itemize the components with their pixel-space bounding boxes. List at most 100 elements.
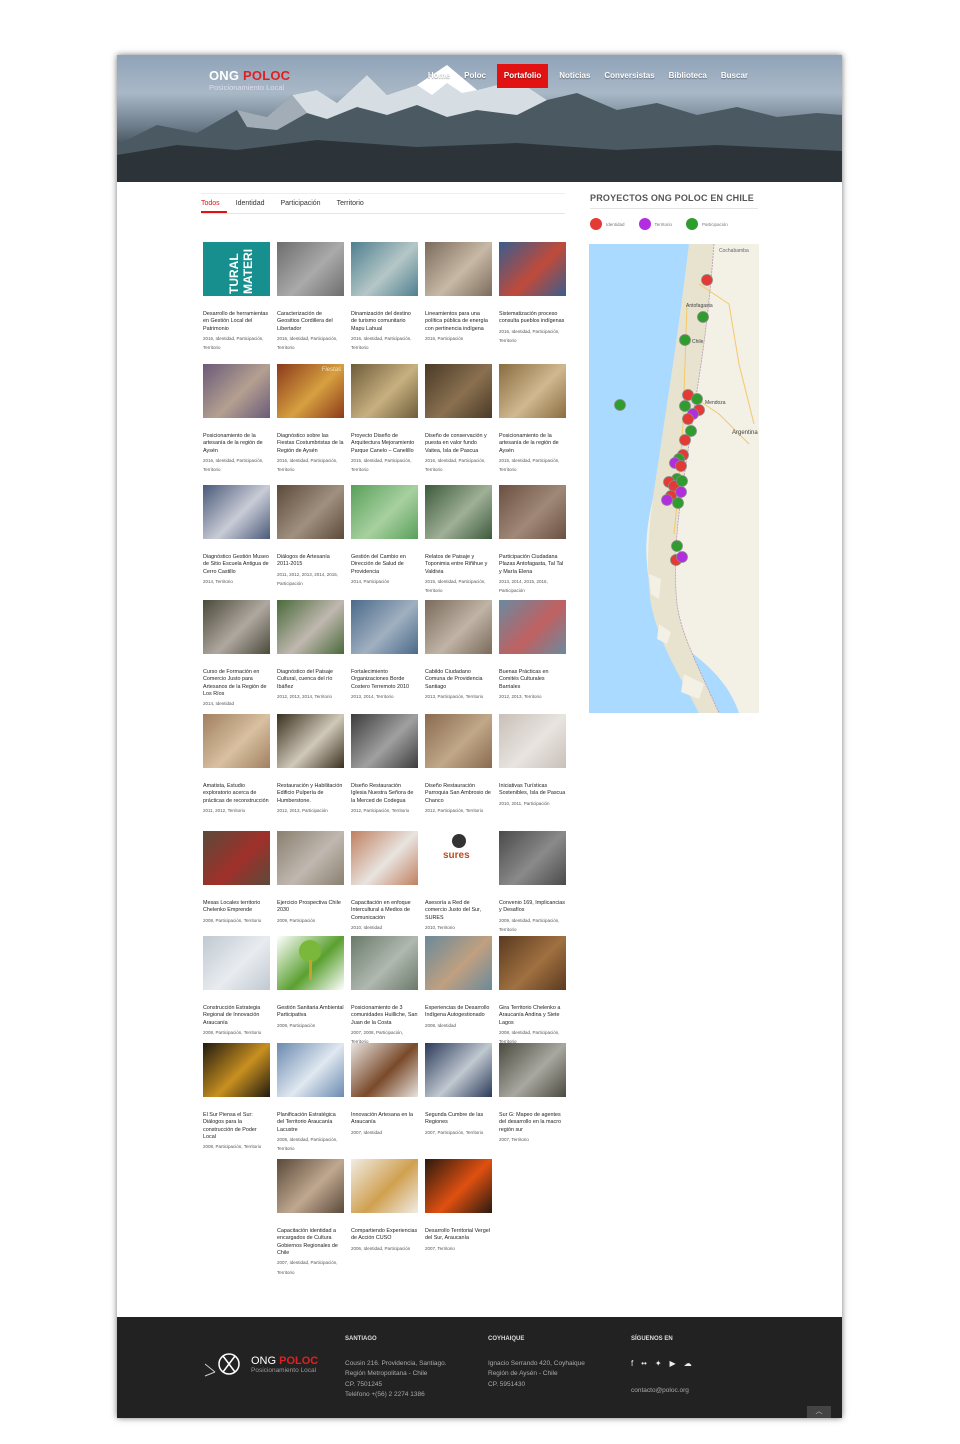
project-thumbnail[interactable] — [351, 1159, 418, 1213]
projects-map[interactable]: Cochabamba Antofagasta Chile Mendoza Arg… — [589, 244, 759, 713]
project-card[interactable]: Diálogos de Artesanía 2011-2015 2011, 201… — [277, 485, 344, 589]
project-card[interactable]: Posicionamiento de la artesanía de la re… — [203, 364, 270, 475]
project-card[interactable]: Posicionamiento de 3 comunidades Huillic… — [351, 936, 418, 1047]
map-marker[interactable] — [676, 475, 688, 487]
project-card[interactable]: Sistematización proceso consulta pueblos… — [499, 242, 566, 346]
project-title[interactable]: Proyecto Diseño de Arquitectura Mejorami… — [351, 433, 418, 455]
project-thumbnail[interactable] — [351, 242, 418, 296]
project-thumbnail[interactable] — [499, 714, 566, 768]
project-title[interactable]: Posicionamiento de la artesanía de la re… — [499, 433, 566, 455]
back-to-top-button[interactable]: ︿ — [807, 1406, 831, 1418]
project-thumbnail[interactable] — [351, 485, 418, 539]
map-marker[interactable] — [661, 494, 673, 506]
project-thumbnail[interactable] — [425, 485, 492, 539]
project-thumbnail[interactable] — [277, 485, 344, 539]
project-thumbnail[interactable] — [425, 936, 492, 990]
project-thumbnail[interactable] — [425, 714, 492, 768]
project-card[interactable]: Iniciativas Turísticas Sostenibles, Isla… — [499, 714, 566, 808]
project-thumbnail[interactable] — [277, 600, 344, 654]
project-thumbnail[interactable] — [203, 485, 270, 539]
project-title[interactable]: Convenio 169, Implicancias y Desafíos — [499, 900, 566, 915]
map-marker[interactable] — [675, 460, 687, 472]
project-title[interactable]: Desarrollo Territorial Vergel del Sur, A… — [425, 1228, 492, 1243]
map-marker[interactable] — [675, 486, 687, 498]
filter-territorio[interactable]: Territorio — [337, 194, 371, 213]
map-marker[interactable] — [672, 497, 684, 509]
project-thumbnail[interactable] — [277, 936, 344, 990]
facebook-icon[interactable]: f — [631, 1359, 633, 1368]
project-thumbnail[interactable] — [277, 831, 344, 885]
project-card[interactable]: Caracterización de Geositios Cordillera … — [277, 242, 344, 353]
project-card[interactable]: Diseño de conservación y puesta en valor… — [425, 364, 492, 475]
project-thumbnail[interactable] — [277, 1043, 344, 1097]
nav-biblioteca[interactable]: Biblioteca — [662, 64, 714, 88]
project-card[interactable]: Posicionamiento de la artesanía de la re… — [499, 364, 566, 475]
project-card[interactable]: Gira Territorio Chelenko a Araucanía And… — [499, 936, 566, 1047]
project-title[interactable]: Gestión del Cambio en Dirección de Salud… — [351, 554, 418, 576]
map-marker[interactable] — [676, 551, 688, 563]
soundcloud-icon[interactable]: ☁ — [684, 1359, 692, 1368]
project-title[interactable]: Dinamización del destino de turismo comu… — [351, 311, 418, 333]
project-title[interactable]: Sur G: Mapeo de agentes del desarrollo e… — [499, 1112, 566, 1134]
nav-home[interactable]: Home — [421, 64, 457, 88]
project-thumbnail[interactable] — [351, 936, 418, 990]
project-title[interactable]: Ejercicio Prospectiva Chile 2030 — [277, 900, 344, 915]
project-title[interactable]: Lineamientos para una política pública d… — [425, 311, 492, 333]
project-card[interactable]: Compartiendo Experiencias de Acción CUSO… — [351, 1159, 418, 1253]
map-marker[interactable] — [679, 434, 691, 446]
project-thumbnail[interactable] — [425, 242, 492, 296]
nav-portafolio[interactable]: Portafolio — [496, 64, 549, 88]
project-title[interactable]: Gestión Sanitaria Ambiental Participativ… — [277, 1005, 344, 1020]
project-title[interactable]: Diagnóstico del Paisaje Cultural, cuenca… — [277, 669, 344, 691]
project-card[interactable]: Restauración y Habilitación Edificio Pul… — [277, 714, 344, 815]
nav-noticias[interactable]: Noticias — [552, 64, 597, 88]
legend-territorio[interactable]: Territorio — [638, 218, 672, 230]
twitter-icon[interactable]: ✦ — [655, 1359, 662, 1368]
project-card[interactable]: Mesas Locales territorio Chelenko Empren… — [203, 831, 270, 925]
legend-identidad[interactable]: Identidad — [590, 218, 625, 230]
map-marker[interactable] — [697, 311, 709, 323]
nav-conversistas[interactable]: Conversistas — [597, 64, 661, 88]
map-marker[interactable] — [671, 540, 683, 552]
map-marker[interactable] — [701, 274, 713, 286]
project-card[interactable]: Desarrollo Territorial Vergel del Sur, A… — [425, 1159, 492, 1253]
project-title[interactable]: Capacitación en enfoque Intercultural a … — [351, 900, 418, 922]
project-thumbnail[interactable] — [499, 600, 566, 654]
project-thumbnail[interactable] — [203, 831, 270, 885]
project-title[interactable]: Segunda Cumbre de las Regiones — [425, 1112, 492, 1127]
project-thumbnail[interactable] — [499, 242, 566, 296]
project-thumbnail[interactable] — [425, 1159, 492, 1213]
project-card[interactable]: Diseño Restauración Parroquia San Ambros… — [425, 714, 492, 815]
project-thumbnail[interactable] — [351, 1043, 418, 1097]
project-title[interactable]: Buenas Prácticas en Comités Culturales B… — [499, 669, 566, 691]
project-card[interactable]: Diseño Restauración Iglesia Nuestra Seño… — [351, 714, 418, 815]
project-thumbnail[interactable] — [277, 242, 344, 296]
project-title[interactable]: Diseño Restauración Iglesia Nuestra Seño… — [351, 783, 418, 805]
project-card[interactable]: sures Asesoría a Red de comercio Justo de… — [425, 831, 492, 932]
project-card[interactable]: Buenas Prácticas en Comités Culturales B… — [499, 600, 566, 701]
project-thumbnail[interactable] — [203, 600, 270, 654]
project-card[interactable]: Segunda Cumbre de las Regiones 2007, Part… — [425, 1043, 492, 1137]
project-card[interactable]: Amatista, Estudio exploratorio acerca de… — [203, 714, 270, 815]
project-thumbnail[interactable] — [351, 364, 418, 418]
project-title[interactable]: Cabildo Ciudadano Comuna de Providencia … — [425, 669, 492, 691]
filter-participacion[interactable]: Participación — [281, 194, 328, 213]
project-card[interactable]: El Sur Piensa el Sur: Diálogos para la c… — [203, 1043, 270, 1152]
project-thumbnail[interactable] — [425, 1043, 492, 1097]
project-title[interactable]: Compartiendo Experiencias de Acción CUSO — [351, 1228, 418, 1243]
project-thumbnail[interactable] — [203, 364, 270, 418]
project-title[interactable]: Innovación Artesana en la Araucanía — [351, 1112, 418, 1127]
site-logo[interactable]: ONG POLOC Posicionamiento Local — [209, 68, 290, 92]
project-thumbnail[interactable]: TURAL MATERI — [203, 242, 270, 296]
project-title[interactable]: El Sur Piensa el Sur: Diálogos para la c… — [203, 1112, 270, 1141]
project-title[interactable]: Construcción Estrategia Regional de Inno… — [203, 1005, 270, 1027]
flickr-icon[interactable]: •• — [641, 1359, 647, 1368]
project-title[interactable]: Fortalecimiento Organizaciones Borde Cos… — [351, 669, 418, 691]
project-title[interactable]: Participación Ciudadana Plazas Antofagas… — [499, 554, 566, 576]
project-card[interactable]: Gestión del Cambio en Dirección de Salud… — [351, 485, 418, 586]
legend-participacion[interactable]: Participación — [686, 218, 728, 230]
project-card[interactable]: Lineamientos para una política pública d… — [425, 242, 492, 343]
project-card[interactable]: Diagnóstico Gestión Museo de Sitio Escue… — [203, 485, 270, 586]
project-title[interactable]: Diagnóstico sobre las Fiestas Costumbris… — [277, 433, 344, 455]
filter-todos[interactable]: Todos — [201, 194, 227, 213]
